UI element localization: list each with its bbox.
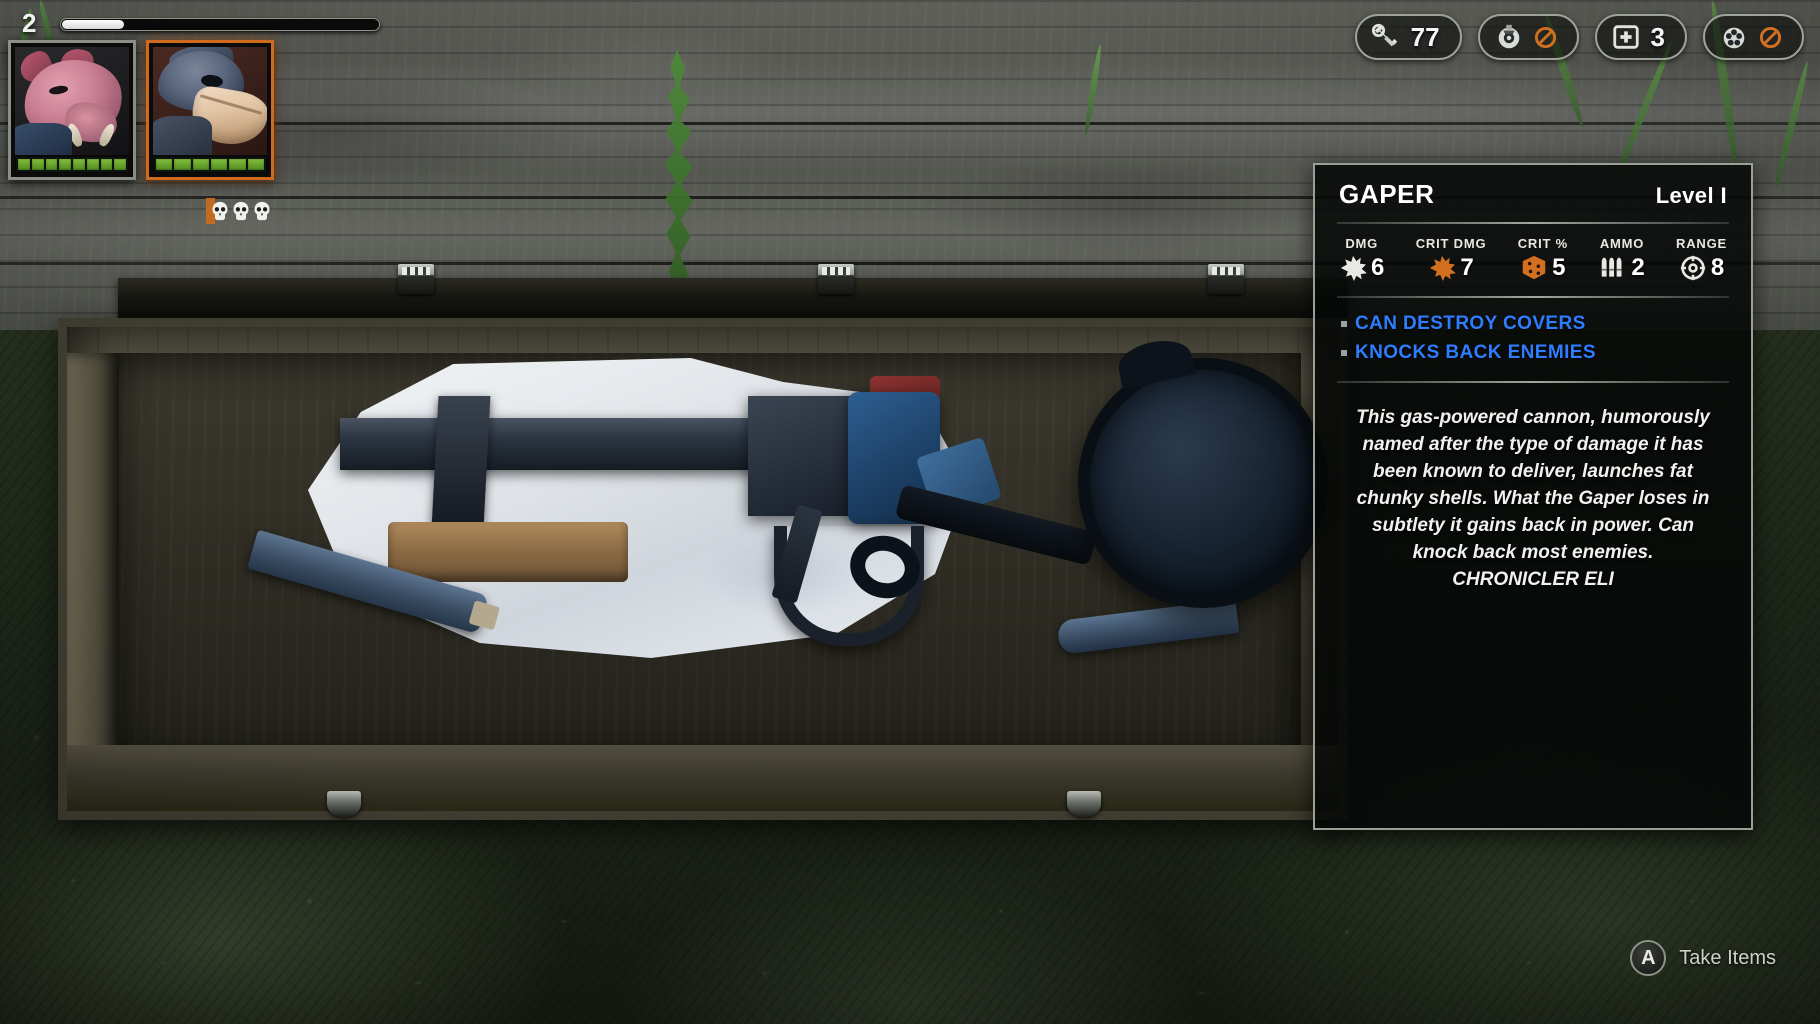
stat-label: RANGE <box>1676 236 1727 251</box>
resource-gun-parts[interactable] <box>1703 14 1804 60</box>
crate-front-rail <box>67 745 1339 811</box>
stat-range: RANGE 8 <box>1676 236 1727 282</box>
weapon-trait: CAN DESTROY COVERS <box>1341 310 1725 339</box>
health-pip <box>59 159 71 170</box>
open-wooden-crate[interactable] <box>58 264 1348 820</box>
turn-counter: 2 <box>22 8 37 38</box>
scrap-bolt-icon <box>1371 22 1401 52</box>
health-pip <box>210 159 228 170</box>
crate-latch <box>1208 264 1244 294</box>
medkit-icon <box>1611 22 1641 52</box>
weapon-description: This gas-powered cannon, humorously name… <box>1356 407 1710 590</box>
take-items-label: Take Items <box>1679 946 1776 969</box>
portrait-bird-character[interactable] <box>146 40 274 180</box>
weapon-name: GAPER <box>1339 179 1435 209</box>
action-points <box>206 198 277 224</box>
cast-iron-skillet <box>843 334 1328 608</box>
stat-value: 8 <box>1710 254 1725 281</box>
trait-label: CAN DESTROY COVERS <box>1355 313 1586 334</box>
resource-scrap-bolt[interactable]: 77 <box>1354 14 1462 60</box>
health-pip <box>100 159 113 170</box>
stat-crit: CRIT % 5 <box>1518 236 1568 282</box>
stat-label: CRIT DMG <box>1415 236 1487 251</box>
trait-label: KNOCKS BACK ENEMIES <box>1355 341 1596 363</box>
health-pip <box>18 159 30 170</box>
crate-latch <box>818 264 854 294</box>
turn-progress-fill <box>62 20 124 29</box>
stat-value-row: 8 <box>1679 254 1724 282</box>
health-pip <box>86 159 99 170</box>
health-pip <box>45 159 58 170</box>
a-button-icon[interactable]: A <box>1630 940 1667 976</box>
skull-icon <box>233 201 249 221</box>
stat-value: 6 <box>1371 254 1385 281</box>
skull-icon <box>212 201 228 221</box>
gun-parts-icon <box>1719 22 1749 52</box>
stat-crit-dmg: CRIT DMG 7 <box>1416 236 1487 282</box>
crit-dice-icon <box>1520 255 1548 281</box>
health-pip <box>229 159 246 170</box>
damage-burst-icon <box>1339 255 1367 281</box>
resource-medkit[interactable]: 3 <box>1594 14 1687 60</box>
weapon-tooltip: GAPER Level I DMG 6 CRIT DMG 7 CRIT % 5 AMMO 2 R… <box>1313 163 1753 830</box>
health-pip <box>174 159 191 170</box>
ammo-bullets-icon <box>1599 255 1627 281</box>
stat-value-row: 6 <box>1339 254 1384 282</box>
cannon-wood-stock <box>388 522 628 582</box>
bullet-icon <box>1341 321 1347 328</box>
tooltip-header: GAPER Level I <box>1337 165 1729 222</box>
stat-value: 7 <box>1460 254 1474 281</box>
weapon-trait: KNOCKS BACK ENEMIES <box>1341 339 1725 368</box>
grenade-icon <box>1494 22 1524 52</box>
crit-damage-burst-icon <box>1428 255 1457 281</box>
game-screen: 2 77 3 GAPER Level I DMG 6 CRIT DMG 7 CR… <box>0 0 1820 1024</box>
disabled-icon <box>1534 26 1556 48</box>
turn-progress-bar <box>60 18 380 31</box>
cannon-barrel <box>340 418 760 470</box>
stat-value-row: 2 <box>1599 254 1645 282</box>
resource-value: 3 <box>1650 21 1665 52</box>
stat-label: DMG <box>1345 236 1379 251</box>
weapon-traits: CAN DESTROY COVERS KNOCKS BACK ENEMIES <box>1337 298 1729 381</box>
boar-portrait <box>15 47 129 155</box>
shoebill-portrait <box>153 47 267 155</box>
stat-value: 5 <box>1552 254 1566 281</box>
weapon-level: Level I <box>1655 183 1727 208</box>
crate-left-wall <box>67 353 119 767</box>
health-bar <box>153 156 267 173</box>
health-pip <box>73 159 85 170</box>
health-pip <box>114 159 126 170</box>
health-pip <box>156 159 173 170</box>
disabled-icon <box>1759 26 1782 48</box>
stat-dmg: DMG 6 <box>1339 236 1384 282</box>
portrait-boar-character[interactable] <box>8 40 136 180</box>
stat-label: CRIT % <box>1517 236 1568 251</box>
health-bar <box>15 156 129 173</box>
bullet-icon <box>1341 349 1347 356</box>
resource-value: 77 <box>1410 21 1440 52</box>
resource-grenade[interactable] <box>1477 14 1579 60</box>
health-pip <box>192 159 209 170</box>
stat-value: 2 <box>1631 254 1645 281</box>
crate-hook <box>327 791 361 817</box>
take-items-prompt[interactable]: A Take Items <box>1630 940 1776 976</box>
health-pip <box>31 159 44 170</box>
stat-value-row: 5 <box>1520 254 1566 282</box>
weapon-stats: DMG 6 CRIT DMG 7 CRIT % 5 AMMO 2 RANGE 8 <box>1337 224 1729 296</box>
stat-value-row: 7 <box>1428 254 1474 282</box>
crate-hook <box>1067 791 1101 817</box>
range-crosshair-icon <box>1679 255 1707 281</box>
health-pip <box>247 159 264 170</box>
stat-label: AMMO <box>1599 236 1645 251</box>
skull-icon <box>254 201 270 221</box>
crate-lid <box>118 264 1348 320</box>
party-portraits <box>8 40 274 180</box>
crate-latch <box>398 264 434 294</box>
skillet-body <box>1078 358 1328 608</box>
stat-ammo: AMMO 2 <box>1599 236 1645 282</box>
resource-bar: 77 3 <box>1354 14 1804 60</box>
